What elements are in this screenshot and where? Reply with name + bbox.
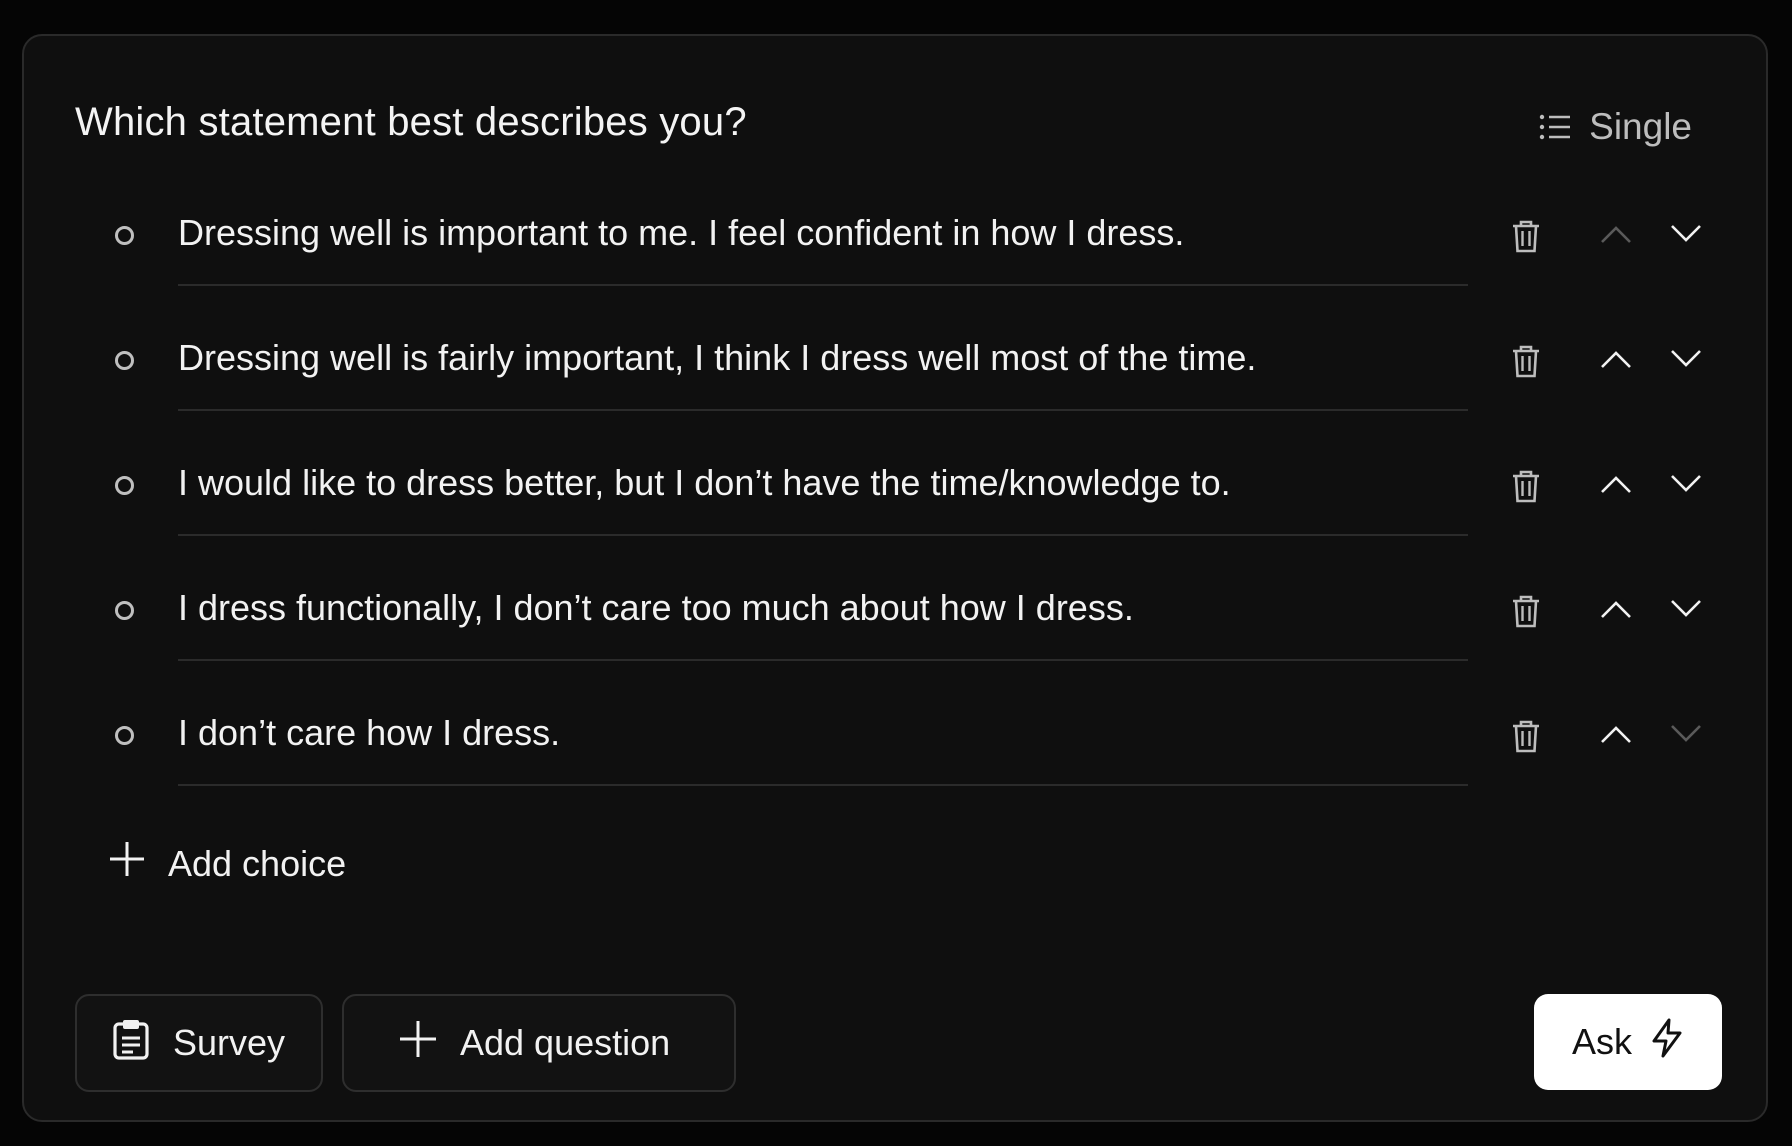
question-type-toggle[interactable]: Single: [1539, 106, 1692, 148]
move-up-button[interactable]: [1594, 339, 1638, 383]
chevron-up-icon: [1600, 224, 1632, 249]
question-title[interactable]: Which statement best describes you?: [75, 100, 747, 145]
chevron-up-icon: [1600, 474, 1632, 499]
trash-icon: [1511, 469, 1541, 508]
question-card: Which statement best describes you? Sing…: [22, 34, 1768, 1122]
survey-button[interactable]: Survey: [75, 994, 323, 1092]
choice-underline: [178, 784, 1468, 786]
move-up-button[interactable]: [1594, 714, 1638, 758]
choice-text[interactable]: Dressing well is fairly important, I thi…: [178, 337, 1256, 379]
chevron-down-icon: [1670, 474, 1702, 499]
choice-radio[interactable]: [115, 351, 134, 370]
chevron-up-icon: [1600, 349, 1632, 374]
choice-text[interactable]: I don’t care how I dress.: [178, 712, 560, 754]
choice-text[interactable]: I would like to dress better, but I don’…: [178, 462, 1231, 504]
move-up-button[interactable]: [1594, 589, 1638, 633]
trash-icon: [1511, 719, 1541, 758]
choice-underline: [178, 409, 1468, 411]
delete-choice-button[interactable]: [1504, 341, 1548, 385]
trash-icon: [1511, 219, 1541, 258]
ask-label: Ask: [1571, 1021, 1632, 1062]
add-question-label: Add question: [460, 1022, 671, 1063]
trash-icon: [1511, 594, 1541, 633]
move-down-button[interactable]: [1664, 464, 1708, 508]
add-question-button[interactable]: Add question: [342, 994, 736, 1092]
choice-underline: [178, 534, 1468, 536]
clipboard-icon: [111, 1018, 151, 1069]
chevron-up-icon: [1600, 724, 1632, 749]
choice-row: I don’t care how I dress.: [24, 684, 1766, 809]
choice-radio[interactable]: [115, 601, 134, 620]
trash-icon: [1511, 344, 1541, 383]
list-icon: [1539, 113, 1571, 141]
delete-choice-button[interactable]: [1504, 591, 1548, 635]
delete-choice-button[interactable]: [1504, 466, 1548, 510]
choice-text[interactable]: Dressing well is important to me. I feel…: [178, 212, 1184, 254]
choice-text[interactable]: I dress functionally, I don’t care too m…: [178, 587, 1134, 629]
ask-button[interactable]: Ask: [1534, 994, 1722, 1090]
chevron-down-icon: [1670, 599, 1702, 624]
delete-choice-button[interactable]: [1504, 716, 1548, 760]
lightning-icon: [1650, 1018, 1684, 1067]
choice-underline: [178, 659, 1468, 661]
plus-icon: [398, 1019, 438, 1068]
choice-radio[interactable]: [115, 726, 134, 745]
move-up-button[interactable]: [1594, 464, 1638, 508]
choice-radio[interactable]: [115, 226, 134, 245]
plus-icon: [108, 840, 146, 887]
survey-label: Survey: [173, 1022, 286, 1063]
chevron-up-icon: [1600, 599, 1632, 624]
add-choice-button[interactable]: Add choice: [108, 840, 346, 887]
move-up-button[interactable]: [1594, 214, 1638, 258]
choice-row: I would like to dress better, but I don’…: [24, 434, 1766, 559]
choice-radio[interactable]: [115, 476, 134, 495]
choice-row: Dressing well is important to me. I feel…: [24, 184, 1766, 309]
chevron-down-icon: [1670, 724, 1702, 749]
question-type-label: Single: [1589, 106, 1692, 147]
move-down-button[interactable]: [1664, 714, 1708, 758]
choice-row: I dress functionally, I don’t care too m…: [24, 559, 1766, 684]
chevron-down-icon: [1670, 224, 1702, 249]
choice-row: Dressing well is fairly important, I thi…: [24, 309, 1766, 434]
choice-underline: [178, 284, 1468, 286]
move-down-button[interactable]: [1664, 214, 1708, 258]
delete-choice-button[interactable]: [1504, 216, 1548, 260]
move-down-button[interactable]: [1664, 589, 1708, 633]
move-down-button[interactable]: [1664, 339, 1708, 383]
chevron-down-icon: [1670, 349, 1702, 374]
add-choice-label: Add choice: [168, 842, 347, 884]
